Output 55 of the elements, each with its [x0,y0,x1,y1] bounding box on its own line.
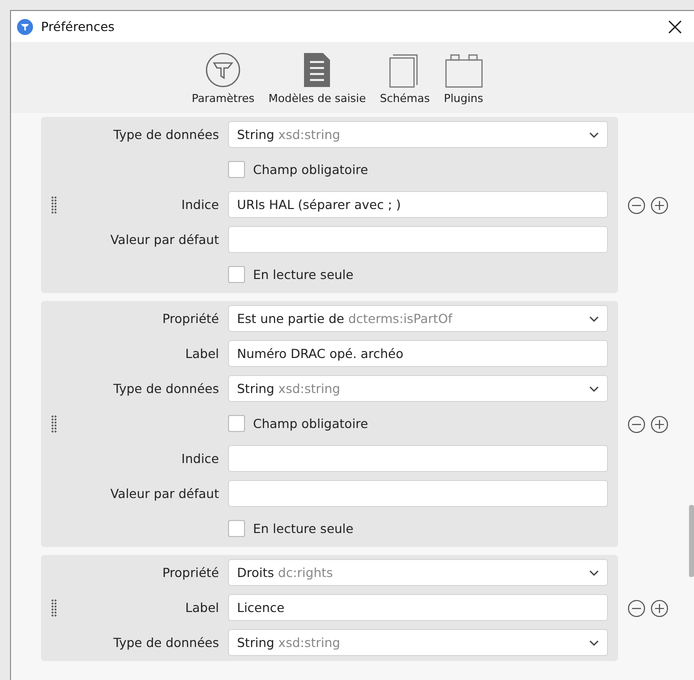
field-label: Label [184,346,220,361]
dropdown-field[interactable]: Droits dc:rights [228,559,608,586]
window-title: Préférences [41,19,116,34]
add-button[interactable] [650,598,669,618]
chevron-down-icon [589,640,599,646]
scrollbar-thumb[interactable] [689,505,694,577]
add-button[interactable] [650,414,669,434]
app-logo-icon [17,18,33,34]
drag-handle-icon[interactable] [51,414,57,432]
document-icon [302,52,332,88]
input-field[interactable] [228,445,608,472]
input-field[interactable]: URIs HAL (séparer avec ; ) [228,191,608,218]
dropdown-field[interactable]: Est une partie de dcterms:isPartOf [228,305,608,332]
toolbar-tab[interactable]: Schémas [376,50,434,107]
field-label: Label [184,600,220,615]
chevron-down-icon [589,570,599,576]
add-button[interactable] [650,196,669,214]
checkbox-option[interactable]: En lecture seule [228,266,354,283]
toolbar-tab[interactable]: Plugins [440,50,488,107]
chevron-down-icon [589,132,599,138]
field-label: Indice [180,197,220,212]
close-icon [668,20,682,34]
input-field[interactable] [228,480,608,507]
remove-button[interactable] [627,414,646,434]
dropdown-field[interactable]: String xsd:string [228,629,608,656]
field-label: Type de données [112,381,220,396]
checkbox-option[interactable]: En lecture seule [228,520,354,537]
checkbox[interactable] [228,415,245,432]
field-label: Indice [180,451,220,466]
input-field[interactable] [228,226,608,253]
toolbar-tab[interactable]: Modèles de saisie [264,50,370,107]
input-field[interactable]: Licence [228,594,608,621]
checkbox[interactable] [228,520,245,537]
toolbar-tab[interactable]: Paramètres [188,50,258,107]
chevron-down-icon [589,386,599,392]
checkbox-option[interactable]: Champ obligatoire [228,161,368,178]
checkbox[interactable] [228,266,245,283]
field-label: Valeur par défaut [109,486,220,501]
remove-button[interactable] [627,598,646,618]
checkbox-option[interactable]: Champ obligatoire [228,415,368,432]
input-field[interactable]: Numéro DRAC opé. archéo [228,340,608,367]
field-label: Type de données [112,127,220,142]
chevron-down-icon [589,316,599,322]
dropdown-field[interactable]: String xsd:string [228,121,608,148]
funnel-circle-icon [205,52,242,88]
field-label: Type de données [112,635,220,650]
field-label: Valeur par défaut [109,232,220,247]
brick-icon [444,52,483,88]
drag-handle-icon[interactable] [51,196,57,214]
remove-button[interactable] [627,196,646,214]
field-label: Propriété [161,565,220,580]
checkbox[interactable] [228,161,245,178]
dropdown-field[interactable]: String xsd:string [228,375,608,402]
field-label: Propriété [161,311,220,326]
drag-handle-icon[interactable] [51,598,57,616]
